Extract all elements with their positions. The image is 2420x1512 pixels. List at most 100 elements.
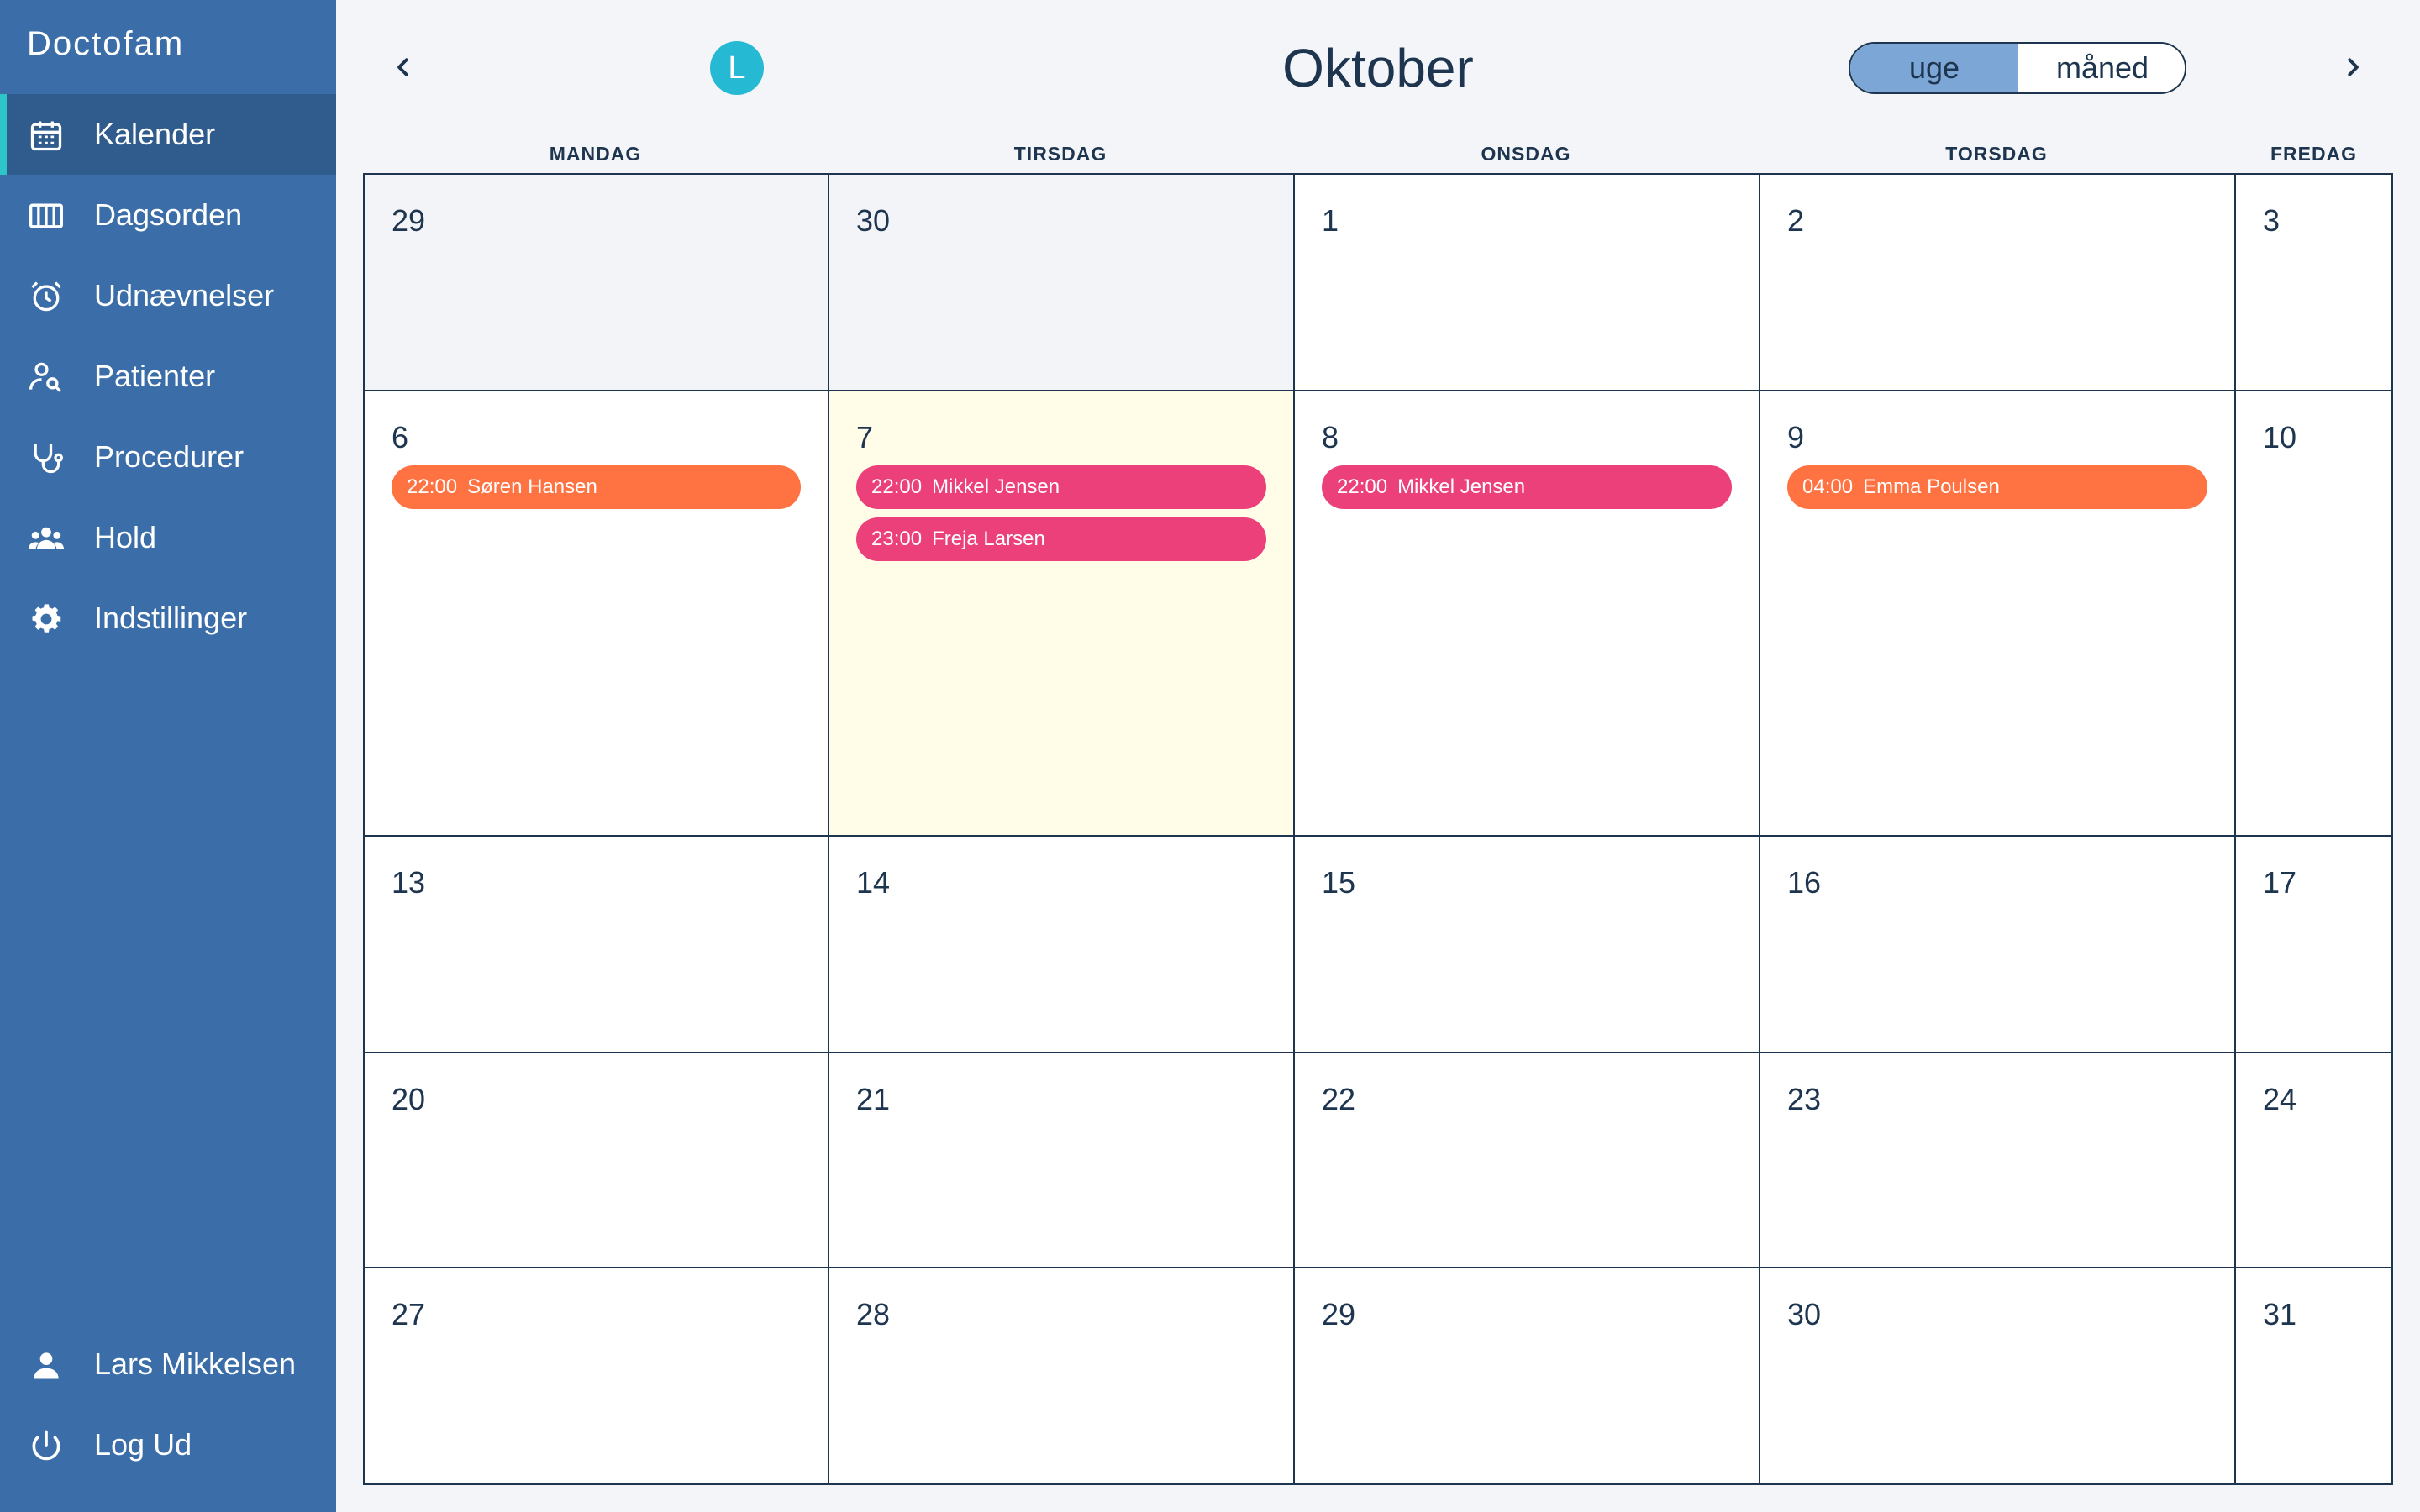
event-time: 04:00	[1802, 475, 1854, 498]
sidebar-item-kalender[interactable]: Kalender	[0, 94, 336, 175]
alarm-clock-icon	[27, 277, 66, 316]
calendar-day-cell[interactable]: 27	[365, 1268, 829, 1483]
event-time: 22:00	[871, 475, 923, 498]
day-number: 22	[1322, 1082, 1356, 1116]
sidebar-item-indstillinger[interactable]: Indstillinger	[0, 578, 336, 659]
day-number: 7	[856, 420, 874, 454]
event-patient-name: Mikkel Jensen	[1397, 475, 1526, 498]
calendar-day-cell[interactable]: 28	[829, 1268, 1295, 1483]
day-header-tuesday: TIRSDAG	[1013, 143, 1107, 165]
group-icon	[27, 519, 66, 558]
day-number: 2	[1787, 203, 1805, 238]
calendar-day-cell[interactable]: 2	[1760, 175, 2236, 391]
calendar-day-cell[interactable]: 13	[365, 837, 829, 1053]
calendar-grid: 29 30 1 2 3 6 22:00 Søren Hansen 7 22:00 Mikkel Je…	[363, 173, 2393, 1485]
day-number: 29	[392, 203, 426, 238]
user-icon	[27, 1346, 66, 1384]
sidebar-item-dagsorden[interactable]: Dagsorden	[0, 175, 336, 255]
week-view-button[interactable]: uge	[1850, 44, 2018, 92]
event-patient-name: Freja Larsen	[932, 528, 1045, 550]
calendar-day-cell[interactable]: 30	[1760, 1268, 2236, 1483]
calendar-day-cell[interactable]: 8 22:00 Mikkel Jensen	[1295, 391, 1760, 837]
calendar-day-cell[interactable]: 23	[1760, 1053, 2236, 1268]
appointment-event[interactable]: 22:00 Søren Hansen	[392, 465, 801, 509]
sidebar-item-procedurer[interactable]: Procedurer	[0, 417, 336, 497]
chevron-right-icon	[2348, 58, 2359, 76]
previous-month-button[interactable]	[380, 44, 427, 91]
view-toggle: uge måned	[1849, 42, 2186, 94]
event-patient-name: Søren Hansen	[467, 475, 597, 498]
brand-logo: Doctofam	[27, 25, 185, 62]
calendar-day-cell[interactable]: 17	[2236, 837, 2391, 1053]
event-time: 22:00	[1337, 475, 1388, 498]
sidebar-item-hold[interactable]: Hold	[0, 497, 336, 578]
sidebar-user-profile[interactable]: Lars Mikkelsen	[0, 1324, 336, 1404]
calendar-day-cell[interactable]: 30	[829, 175, 1295, 391]
sidebar-item-label: Dagsorden	[94, 197, 243, 232]
calendar-day-cell[interactable]: 9 04:00 Emma Poulsen	[1760, 391, 2236, 837]
day-number: 23	[1787, 1082, 1822, 1116]
day-number: 30	[1787, 1297, 1822, 1331]
day-number: 24	[2263, 1082, 2297, 1116]
logout-button[interactable]: Log Ud	[0, 1404, 336, 1485]
sidebar-item-label: Udnævnelser	[94, 278, 275, 312]
day-number: 9	[1787, 420, 1805, 454]
calendar-day-cell[interactable]: 1	[1295, 175, 1760, 391]
calendar-day-cell[interactable]: 6 22:00 Søren Hansen	[365, 391, 829, 837]
day-number: 16	[1787, 865, 1822, 900]
event-time: 23:00	[871, 528, 923, 550]
user-name: Lars Mikkelsen	[94, 1347, 297, 1381]
event-patient-name: Mikkel Jensen	[932, 475, 1060, 498]
day-number: 10	[2263, 420, 2297, 454]
calendar-day-cell[interactable]: 24	[2236, 1053, 2391, 1268]
sidebar: Doctofam Kalender Dagsorden Udnævnelser …	[0, 0, 336, 1512]
day-number: 14	[856, 865, 891, 900]
day-header-friday: FREDAG	[2270, 143, 2358, 165]
day-header-monday: MANDAG	[549, 143, 642, 165]
calendar-day-cell[interactable]: 14	[829, 837, 1295, 1053]
day-number: 3	[2263, 203, 2281, 238]
day-number: 30	[856, 203, 891, 238]
appointment-event[interactable]: 04:00 Emma Poulsen	[1787, 465, 2207, 509]
gear-icon	[27, 600, 66, 638]
calendar-day-cell[interactable]: 10	[2236, 391, 2391, 837]
calendar-icon	[27, 116, 66, 155]
appointment-event[interactable]: 23:00 Freja Larsen	[856, 517, 1266, 561]
calendar-day-cell[interactable]: 21	[829, 1053, 1295, 1268]
avatar[interactable]: L	[710, 41, 764, 95]
day-number: 27	[392, 1297, 426, 1331]
calendar-day-cell[interactable]: 7 22:00 Mikkel Jensen 23:00 Freja Larsen	[829, 391, 1295, 837]
columns-icon	[27, 197, 66, 235]
day-number: 20	[392, 1082, 426, 1116]
month-title: Oktober	[1282, 38, 1474, 98]
calendar-day-cell[interactable]: 20	[365, 1053, 829, 1268]
calendar-day-cell[interactable]: 29	[1295, 1268, 1760, 1483]
calendar-day-cell[interactable]: 31	[2236, 1268, 2391, 1483]
day-header-wednesday: ONSDAG	[1481, 143, 1571, 165]
day-header-thursday: TORSDAG	[1945, 143, 2048, 165]
logout-label: Log Ud	[94, 1427, 192, 1462]
day-number: 15	[1322, 865, 1356, 900]
day-number: 31	[2263, 1297, 2297, 1331]
sidebar-item-udnaevnelser[interactable]: Udnævnelser	[0, 255, 336, 336]
event-time: 22:00	[407, 475, 458, 498]
month-view-button[interactable]: måned	[2018, 44, 2185, 92]
calendar-day-cell[interactable]: 15	[1295, 837, 1760, 1053]
chevron-left-icon	[397, 58, 408, 76]
appointment-event[interactable]: 22:00 Mikkel Jensen	[1322, 465, 1732, 509]
day-number: 29	[1322, 1297, 1356, 1331]
calendar-day-cell[interactable]: 22	[1295, 1053, 1760, 1268]
sidebar-item-label: Patienter	[94, 359, 216, 393]
calendar-day-cell[interactable]: 3	[2236, 175, 2391, 391]
day-number: 13	[392, 865, 426, 900]
stethoscope-icon	[27, 438, 66, 477]
calendar-day-cell[interactable]: 29	[365, 175, 829, 391]
appointment-event[interactable]: 22:00 Mikkel Jensen	[856, 465, 1266, 509]
sidebar-item-label: Kalender	[94, 117, 216, 151]
sidebar-item-patienter[interactable]: Patienter	[0, 336, 336, 417]
calendar-day-cell[interactable]: 16	[1760, 837, 2236, 1053]
next-month-button[interactable]	[2329, 44, 2376, 91]
day-number: 6	[392, 420, 409, 454]
sidebar-item-label: Procedurer	[94, 439, 245, 474]
power-icon	[27, 1426, 66, 1465]
